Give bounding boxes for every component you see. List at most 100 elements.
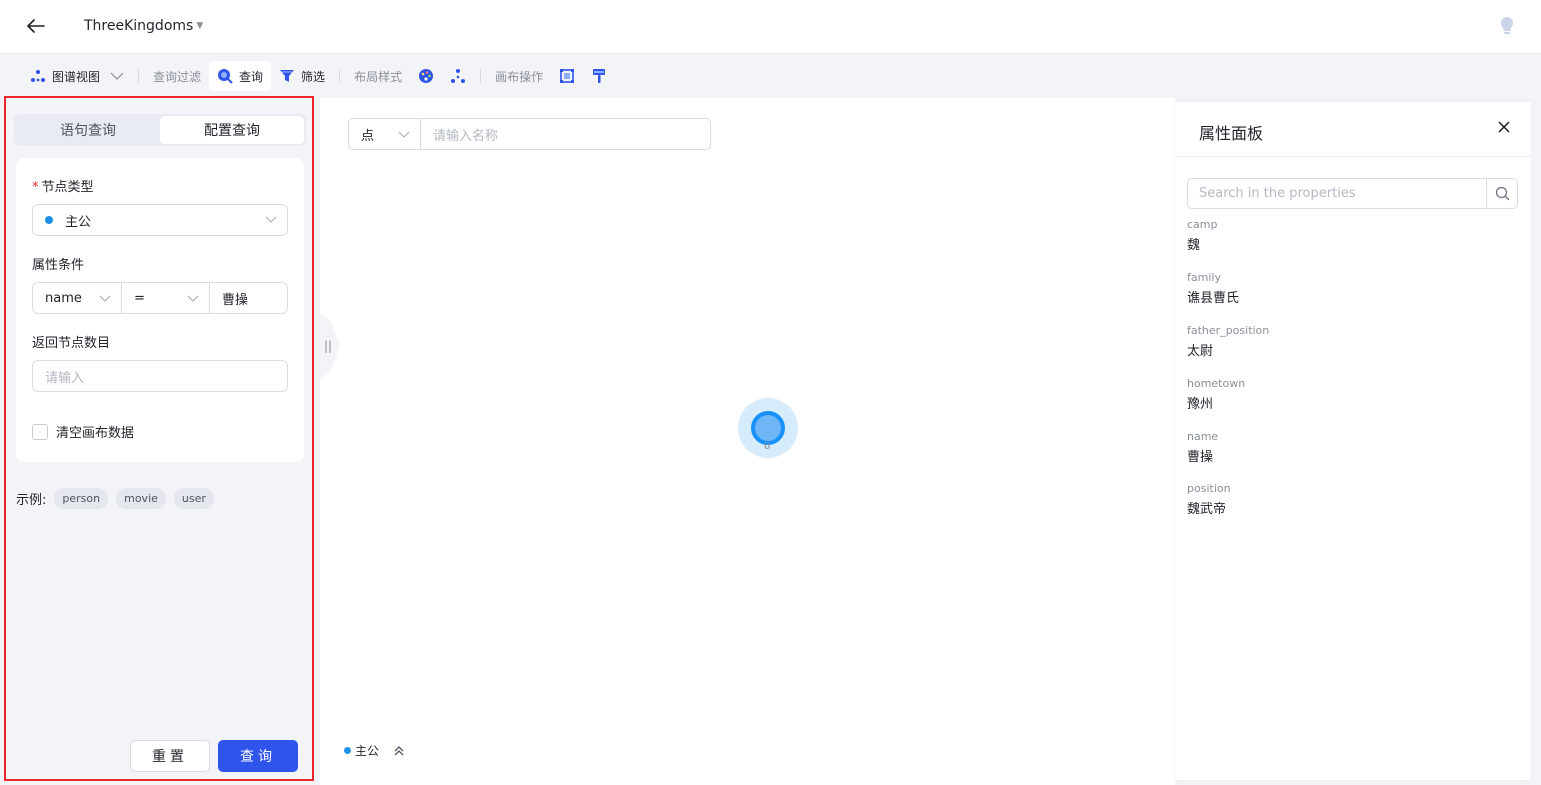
graph-node-core — [751, 411, 785, 445]
property-key: family — [1187, 271, 1221, 284]
property-panel-header: 属性面板 — [1175, 102, 1531, 157]
double-chevron-up-icon[interactable] — [393, 745, 405, 757]
query-icon — [218, 69, 233, 84]
fit-view-icon — [560, 69, 575, 83]
prop-condition-row: name = 曹操 — [32, 282, 288, 314]
example-chip-movie[interactable]: movie — [116, 488, 166, 509]
canvas-ops-label: 画布操作 — [495, 69, 544, 84]
style-palette-button[interactable] — [410, 61, 442, 91]
layout-style-label: 布局样式 — [354, 69, 403, 84]
chevron-down-icon — [99, 295, 111, 302]
tab-statement-query[interactable]: 语句查询 — [16, 116, 160, 144]
search-icon — [1495, 186, 1509, 201]
search-type-select[interactable]: 点 — [349, 119, 421, 149]
return-count-label: 返回节点数目 — [32, 336, 111, 351]
node-color-dot — [45, 216, 53, 224]
node-type-value: 主公 — [65, 214, 92, 230]
canvas-search-bar: 点 请输入名称 — [348, 118, 711, 150]
fit-view-button[interactable] — [551, 61, 583, 91]
property-item: hometown 豫州 — [1187, 377, 1245, 412]
property-key: position — [1187, 482, 1231, 495]
lightbulb-icon[interactable] — [1499, 16, 1515, 36]
property-value: 曹操 — [1187, 450, 1214, 465]
condition-prop-select[interactable]: name — [33, 283, 122, 313]
clear-canvas-option[interactable]: 清空画布数据 — [32, 422, 134, 441]
filter-tool-button[interactable]: 筛选 — [271, 61, 333, 91]
chevron-down-icon — [265, 216, 277, 223]
legend: 主公 — [344, 742, 405, 759]
graph-view-label: 图谱视图 — [52, 69, 101, 84]
property-panel-title: 属性面板 — [1199, 124, 1264, 143]
property-value: 魏 — [1187, 238, 1201, 253]
prop-condition-label: 属性条件 — [32, 258, 85, 273]
property-item: father_position 太尉 — [1187, 324, 1269, 359]
query-tool-label: 查询 — [239, 69, 264, 84]
property-item: position 魏武帝 — [1187, 482, 1231, 517]
legend-label: 主公 — [355, 744, 380, 758]
examples-label: 示例: — [16, 493, 47, 508]
clear-canvas-checkbox[interactable] — [32, 423, 48, 440]
app-title: ThreeKingdoms — [84, 18, 194, 34]
condition-prop-value: name — [45, 290, 82, 306]
back-arrow-icon[interactable] — [26, 16, 46, 36]
example-chip-person[interactable]: person — [54, 488, 109, 509]
condition-value-text: 曹操 — [222, 292, 249, 308]
property-key: father_position — [1187, 324, 1270, 337]
property-key: hometown — [1187, 377, 1246, 390]
brush-icon — [593, 69, 606, 83]
clear-canvas-label: 清空画布数据 — [56, 426, 135, 441]
search-button[interactable] — [1486, 179, 1517, 208]
required-asterisk: * — [32, 180, 39, 195]
reset-button[interactable]: 重置 — [130, 740, 210, 772]
layout-nodes-icon — [451, 69, 466, 83]
property-item: family 谯县曹氏 — [1187, 271, 1239, 306]
brush-button[interactable] — [583, 61, 615, 91]
graph-selector[interactable]: ThreeKingdoms ▼ — [84, 18, 203, 34]
close-icon[interactable] — [1497, 120, 1511, 134]
example-chip-user[interactable]: user — [173, 488, 214, 509]
node-type-label: * 节点类型 — [32, 176, 94, 195]
graph-node-label: 0 — [764, 441, 771, 452]
toolbar: 图谱视图 查询过滤 查询 筛选 布局样式 画布操作 — [0, 55, 1541, 97]
property-value: 豫州 — [1187, 397, 1214, 412]
query-tool-button[interactable]: 查询 — [209, 61, 272, 91]
property-item: camp 魏 — [1187, 218, 1218, 253]
node-type-label-text: 节点类型 — [41, 180, 94, 195]
property-value: 太尉 — [1187, 344, 1214, 359]
chevron-down-icon — [110, 72, 124, 80]
property-key: name — [1187, 430, 1219, 443]
divider — [138, 69, 140, 83]
condition-value-input[interactable]: 曹操 — [210, 283, 287, 313]
property-panel: 属性面板 Search in the properties camp 魏 fam… — [1175, 102, 1531, 780]
condition-op-select[interactable]: = — [122, 283, 210, 313]
property-search-input[interactable]: Search in the properties — [1188, 179, 1486, 208]
legend-dot — [344, 747, 351, 754]
query-button[interactable]: 查询 — [218, 740, 298, 772]
divider — [480, 69, 482, 83]
return-count-input[interactable]: 请输入 — [32, 360, 288, 392]
tab-config-query[interactable]: 配置查询 — [160, 116, 304, 144]
query-form-card: * 节点类型 主公 属性条件 name = 曹操 返回节点数目 请输入 清空画布数… — [16, 158, 304, 462]
filter-tool-label: 筛选 — [301, 69, 326, 84]
search-type-value: 点 — [361, 128, 375, 144]
top-bar: ThreeKingdoms ▼ — [0, 0, 1541, 54]
property-value: 谯县曹氏 — [1187, 291, 1240, 306]
query-mode-tabs: 语句查询 配置查询 — [14, 114, 306, 146]
drag-handle-icon: || — [323, 339, 333, 353]
config-query-panel: 语句查询 配置查询 * 节点类型 主公 属性条件 name = 曹操 返回节点数目… — [4, 96, 314, 781]
property-value: 魏武帝 — [1187, 502, 1227, 517]
search-name-input[interactable]: 请输入名称 — [421, 119, 710, 149]
filter-icon — [280, 70, 295, 82]
caret-down-icon: ▼ — [196, 21, 204, 31]
property-item: name 曹操 — [1187, 430, 1218, 465]
property-search: Search in the properties — [1187, 178, 1518, 209]
palette-icon — [419, 69, 434, 83]
condition-op-value: = — [134, 290, 145, 306]
node-type-select[interactable]: 主公 — [32, 204, 288, 236]
examples-row: 示例: person movie user — [16, 488, 214, 509]
graph-view-dropdown[interactable]: 图谱视图 — [22, 61, 132, 91]
layout-button[interactable] — [442, 61, 474, 91]
chevron-down-icon — [187, 295, 199, 302]
graph-icon — [31, 70, 45, 82]
property-key: camp — [1187, 218, 1218, 231]
